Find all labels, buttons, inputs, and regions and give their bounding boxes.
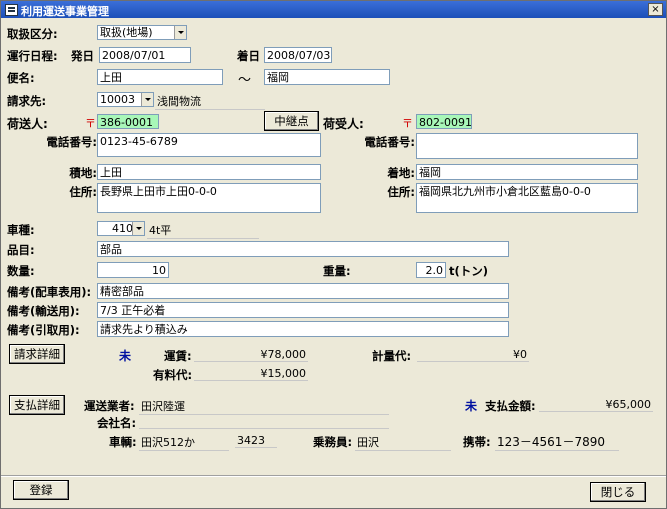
arrival-label: 着日 bbox=[237, 49, 260, 63]
shipper-phone-input[interactable]: 0123-45-6789 bbox=[97, 133, 321, 157]
note1-input[interactable]: 精密部品 bbox=[97, 283, 509, 299]
payment-detail-button[interactable]: 支払詳細 bbox=[9, 395, 65, 415]
qty-label: 数量: bbox=[7, 264, 35, 278]
consignee-phone-label: 電話番号: bbox=[364, 135, 415, 149]
carrier-value: 田沢陸運 bbox=[139, 398, 389, 415]
shipper-load-label: 積地: bbox=[69, 166, 97, 180]
title-bar: 利用運送事業管理 × bbox=[1, 1, 666, 18]
company-value bbox=[139, 415, 389, 429]
shipper-label: 荷送人: bbox=[7, 117, 48, 131]
vehicle-value: 田沢512か bbox=[139, 434, 229, 451]
consignee-phone-input[interactable] bbox=[416, 133, 638, 159]
toll-value: ¥15,000 bbox=[194, 367, 308, 381]
consignee-address-input[interactable]: 福岡県北九州市小倉北区藍島0-0-0 bbox=[416, 183, 638, 213]
seikyu-name: 浅間物流 bbox=[155, 93, 265, 110]
window-title: 利用運送事業管理 bbox=[21, 5, 109, 18]
shipper-phone-label: 電話番号: bbox=[46, 135, 97, 149]
seikyu-label: 請求先: bbox=[7, 94, 47, 108]
note3-input[interactable]: 請求先より積込み bbox=[97, 321, 509, 337]
toll-label: 有料代: bbox=[153, 368, 193, 382]
arrival-date-input[interactable]: 2008/07/03 bbox=[264, 47, 332, 63]
mobile-label: 携帯: bbox=[463, 435, 491, 449]
weight-label: 重量: bbox=[323, 264, 351, 278]
meter-value: ¥0 bbox=[417, 348, 529, 362]
relay-point-button[interactable]: 中継点 bbox=[264, 111, 319, 131]
departure-date-input[interactable]: 2008/07/01 bbox=[99, 47, 191, 63]
toriatsukai-label: 取扱区分: bbox=[7, 27, 58, 41]
vehicle-type-label: 車種: bbox=[7, 223, 35, 237]
consignee-unload-label: 着地: bbox=[387, 166, 415, 180]
consignee-label: 荷受人: bbox=[323, 117, 364, 131]
note2-label: 備考(輸送用): bbox=[7, 304, 80, 318]
note2-input[interactable]: 7/3 正午必着 bbox=[97, 302, 509, 318]
seikyu-code: 10003 bbox=[100, 93, 135, 106]
shipper-address-input[interactable]: 長野県上田市上田0-0-0 bbox=[97, 183, 321, 213]
toriatsukai-value: 取扱(地場) bbox=[100, 26, 153, 39]
chevron-down-icon[interactable] bbox=[141, 93, 153, 106]
crew-value: 田沢 bbox=[355, 434, 451, 451]
vehicle-label: 車輌: bbox=[109, 435, 137, 449]
shipper-load-input[interactable]: 上田 bbox=[97, 164, 321, 180]
close-window-button[interactable]: × bbox=[648, 3, 663, 16]
billing-detail-button[interactable]: 請求詳細 bbox=[9, 344, 65, 364]
close-button[interactable]: 閉じる bbox=[590, 482, 646, 502]
consignee-address-label: 住所: bbox=[387, 185, 415, 199]
amount-label: 支払金額: bbox=[485, 399, 536, 413]
note3-label: 備考(引取用): bbox=[7, 323, 80, 337]
consignee-postal-input[interactable]: 802-0091 bbox=[416, 114, 472, 129]
billing-status: 未 bbox=[119, 349, 132, 363]
vehicle-type-code: 410 bbox=[112, 222, 133, 235]
payment-status: 未 bbox=[465, 399, 478, 413]
consignee-unload-input[interactable]: 福岡 bbox=[416, 164, 638, 180]
form-icon bbox=[5, 4, 18, 16]
carrier-label: 運送業者: bbox=[84, 399, 135, 413]
tilde-separator: ～ bbox=[238, 73, 252, 88]
meter-label: 計量代: bbox=[372, 349, 412, 363]
company-label: 会社名: bbox=[97, 416, 137, 430]
shipper-postal-input[interactable]: 386-0001 bbox=[97, 114, 159, 129]
item-label: 品目: bbox=[7, 243, 35, 257]
binmei-to-input[interactable]: 福岡 bbox=[264, 69, 390, 85]
vehicle-no-value: 3423 bbox=[235, 434, 277, 448]
note1-label: 備考(配車表用): bbox=[7, 285, 92, 299]
schedule-label: 運行日程: bbox=[7, 49, 58, 63]
vehicle-type-name: 4t平 bbox=[147, 222, 259, 239]
register-button[interactable]: 登録 bbox=[13, 480, 69, 500]
vehicle-type-select[interactable]: 410 bbox=[97, 221, 145, 236]
weight-input[interactable]: 2.0 bbox=[416, 262, 446, 278]
main-window: 利用運送事業管理 × 取扱区分: 取扱(地場) 運行日程: 発日 2008/07… bbox=[0, 0, 667, 509]
departure-label: 発日 bbox=[71, 49, 94, 63]
binmei-from-input[interactable]: 上田 bbox=[97, 69, 223, 85]
chevron-down-icon[interactable] bbox=[132, 222, 144, 235]
shipper-address-label: 住所: bbox=[69, 185, 97, 199]
weight-unit: t(トン) bbox=[449, 264, 489, 278]
seikyu-select[interactable]: 10003 bbox=[97, 92, 154, 107]
item-input[interactable]: 部品 bbox=[97, 241, 509, 257]
mobile-value: 123－4561－7890 bbox=[495, 433, 619, 451]
fare-label: 運賃: bbox=[164, 349, 192, 363]
binmei-label: 便名: bbox=[7, 71, 35, 85]
toriatsukai-select[interactable]: 取扱(地場) bbox=[97, 25, 187, 40]
chevron-down-icon[interactable] bbox=[174, 26, 186, 39]
fare-value: ¥78,000 bbox=[194, 348, 308, 362]
qty-input[interactable]: 10 bbox=[97, 262, 169, 278]
footer-divider-highlight bbox=[1, 476, 666, 477]
shipper-postal-mark: 〒 bbox=[85, 117, 96, 130]
amount-value: ¥65,000 bbox=[539, 398, 653, 412]
crew-label: 乗務員: bbox=[313, 435, 353, 449]
consignee-postal-mark: 〒 bbox=[402, 117, 413, 130]
